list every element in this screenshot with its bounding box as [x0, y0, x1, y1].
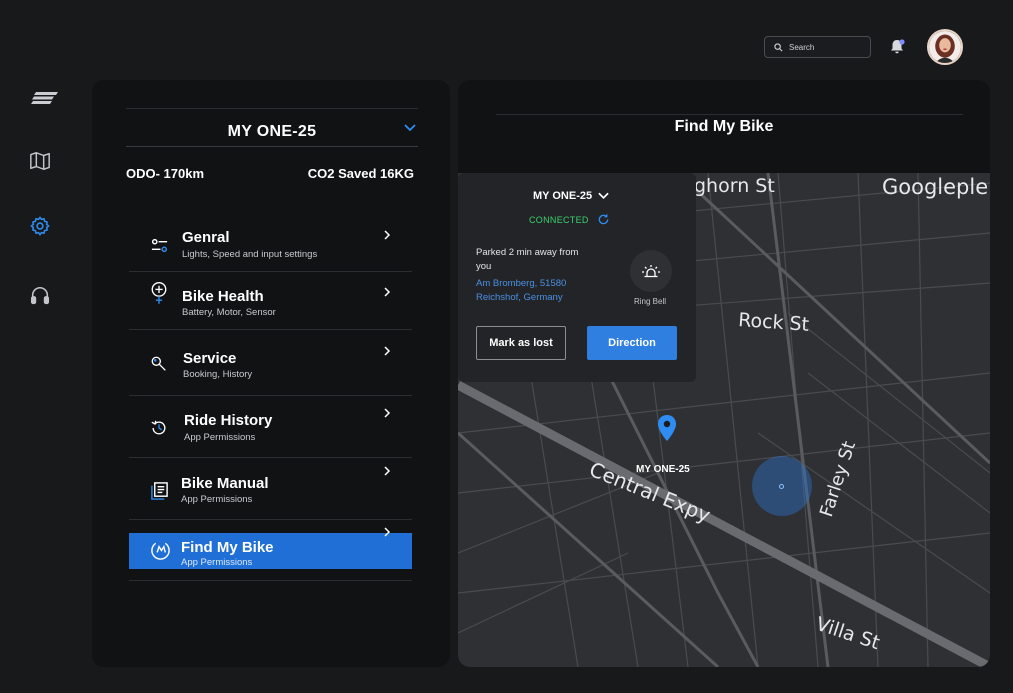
card-bike-selector[interactable]: MY ONE-25	[533, 190, 609, 202]
menu-item-title: Bike Health	[182, 288, 264, 305]
settings-panel: MY ONE-25 ODO- 170km CO2 Saved 16KG Genr…	[92, 80, 450, 667]
headset-icon[interactable]	[28, 284, 52, 308]
mark-as-lost-button[interactable]: Mark as lost	[476, 326, 566, 360]
divider	[129, 580, 412, 581]
connection-status: CONNECTED	[529, 213, 610, 226]
menu-item-subtitle: App Permissions	[181, 557, 253, 568]
divider	[126, 108, 418, 109]
bike-info-card: MY ONE-25 CONNECTED Parked 2 min away fr…	[458, 173, 696, 382]
chevron-right-icon	[384, 287, 391, 297]
manual-icon	[148, 479, 170, 501]
street-label: ghorn St	[694, 175, 775, 197]
refresh-icon[interactable]	[597, 213, 610, 226]
history-icon	[148, 417, 170, 439]
divider	[496, 114, 963, 115]
health-icon	[148, 281, 170, 304]
locate-icon	[149, 539, 171, 561]
menu-item-bike-manual[interactable]: Bike Manual App Permissions	[129, 458, 412, 520]
search-box[interactable]	[764, 36, 871, 58]
menu-item-subtitle: Battery, Motor, Sensor	[182, 307, 276, 318]
find-bike-panel: Find My Bike ghorn St Googleple Rock St …	[458, 80, 990, 667]
status-badge: CONNECTED	[529, 214, 589, 225]
bike-name: MY ONE-25	[227, 123, 317, 140]
address-link[interactable]: Am Bromberg, 51580 Reichshof, Germany	[476, 277, 586, 305]
co2-saved-text: CO2 Saved 16KG	[307, 166, 414, 181]
chevron-right-icon	[384, 346, 391, 356]
chevron-down-icon	[404, 124, 416, 132]
chevron-right-icon	[384, 527, 391, 537]
menu-item-service[interactable]: Service Booking, History	[129, 330, 412, 396]
menu-item-title: Bike Manual	[181, 475, 269, 492]
page-title: Find My Bike	[674, 118, 774, 135]
menu-item-subtitle: App Permissions	[184, 432, 256, 443]
sliders-icon	[148, 234, 170, 256]
street-label: Googleple	[882, 175, 989, 199]
menu-item-subtitle: App Permissions	[181, 494, 253, 505]
chevron-down-icon	[598, 192, 609, 200]
menu-item-title: Genral	[182, 229, 230, 246]
user-location-radar	[752, 456, 812, 516]
alarm-light-icon	[642, 265, 660, 278]
menu-item-subtitle: Lights, Speed and input settings	[182, 249, 318, 260]
menu-item-bike-health[interactable]: Bike Health Battery, Motor, Sensor	[129, 272, 412, 330]
wrench-icon	[148, 353, 170, 375]
bell-icon[interactable]	[888, 38, 906, 56]
user-location-dot	[779, 484, 784, 489]
map-icon[interactable]	[28, 149, 52, 173]
search-icon	[774, 42, 783, 51]
chevron-right-icon	[384, 230, 391, 240]
odometer-text: ODO- 170km	[126, 166, 205, 181]
divider	[126, 146, 418, 147]
menu-item-title: Find My Bike	[181, 539, 274, 556]
menu-item-subtitle: Booking, History	[183, 369, 253, 380]
menu-item-title: Service	[183, 350, 237, 367]
parked-info: Parked 2 min away from you	[476, 247, 579, 272]
chevron-right-icon	[384, 466, 391, 476]
bike-selector[interactable]: MY ONE-25	[126, 118, 418, 146]
gear-icon[interactable]	[28, 214, 52, 238]
menu-item-general[interactable]: Genral Lights, Speed and input settings	[129, 214, 412, 272]
card-bike-name: MY ONE-25	[533, 190, 593, 202]
logo-icon[interactable]	[30, 86, 60, 110]
menu-item-title: Ride History	[184, 412, 273, 429]
ring-bell-label: Ring Bell	[634, 297, 667, 306]
ring-bell-button[interactable]	[630, 250, 672, 292]
avatar[interactable]	[927, 29, 963, 65]
pin-label: MY ONE-25	[636, 464, 690, 475]
search-input[interactable]	[789, 42, 869, 52]
location-pin-icon[interactable]	[656, 414, 678, 442]
menu-item-find-my-bike[interactable]: Find My Bike App Permissions	[129, 527, 412, 569]
chevron-right-icon	[384, 408, 391, 418]
menu-item-ride-history[interactable]: Ride History App Permissions	[129, 396, 412, 458]
direction-button[interactable]: Direction	[587, 326, 677, 360]
